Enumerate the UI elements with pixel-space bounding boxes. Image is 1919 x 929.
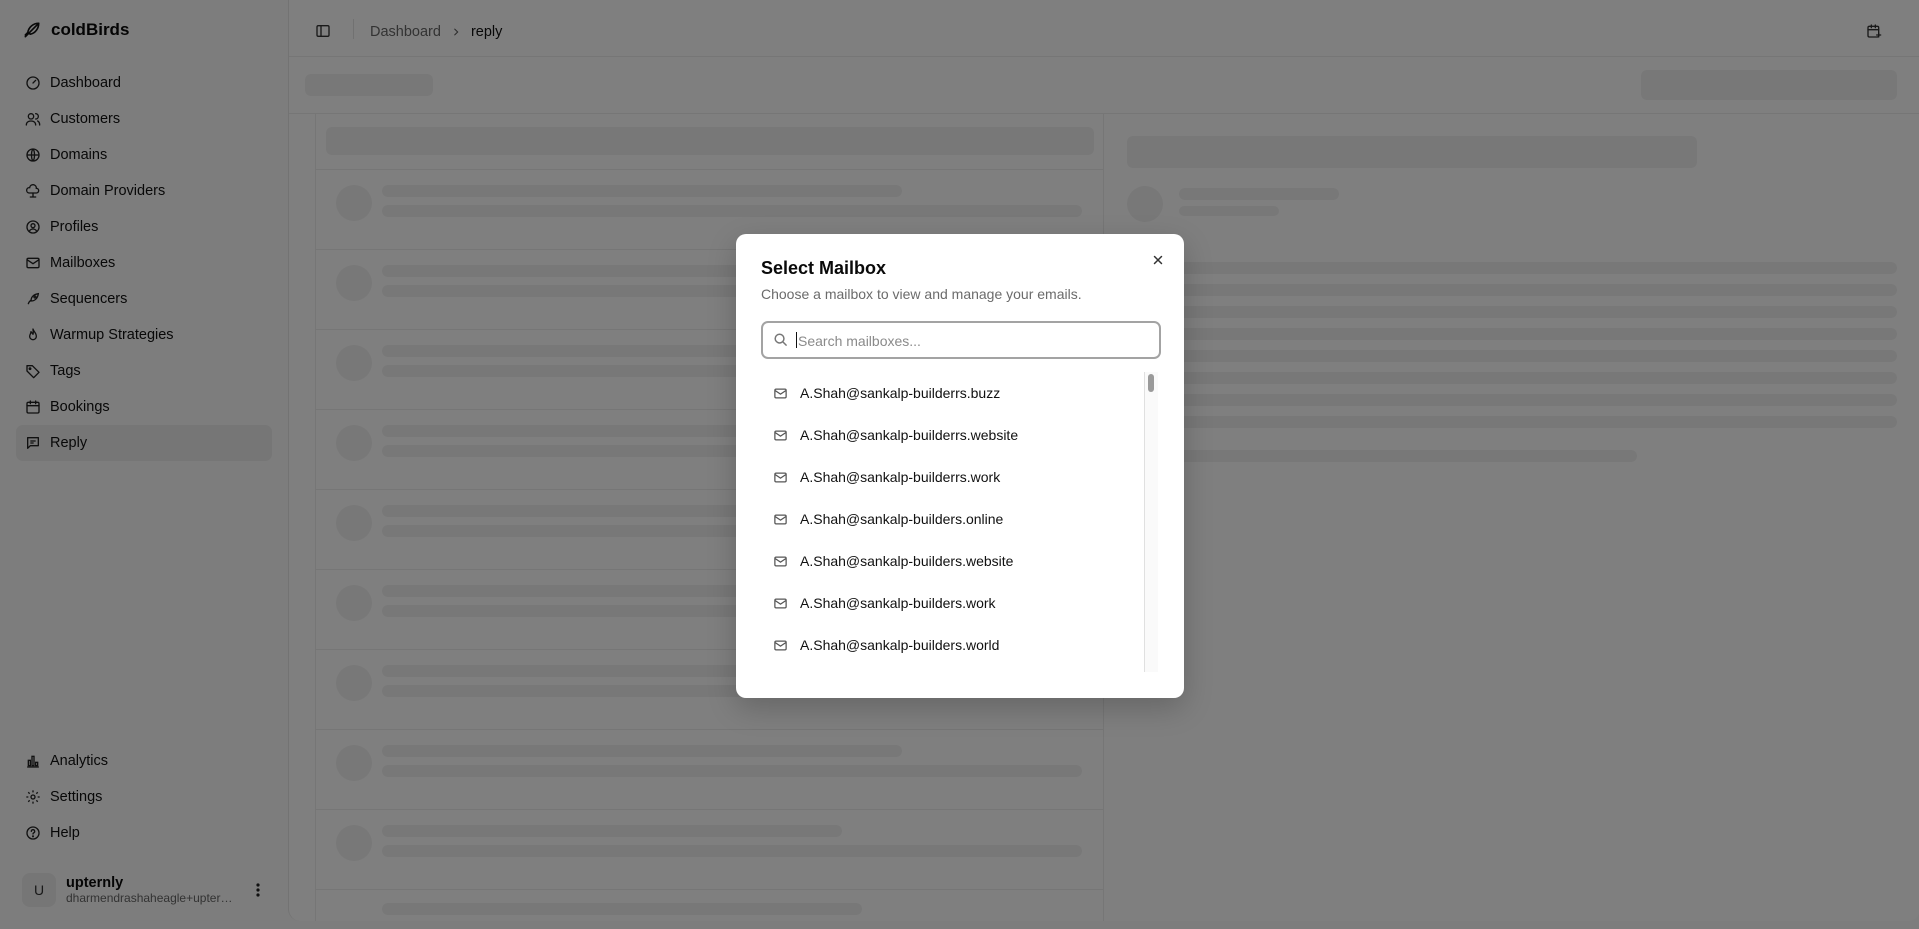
text-caret bbox=[796, 332, 797, 348]
mailbox-address: A.Shah@sankalp-builders.work bbox=[800, 595, 996, 611]
mail-icon bbox=[774, 388, 787, 398]
mailbox-option[interactable]: A.Shah@sankalp-builderrs.buzz bbox=[761, 372, 1159, 414]
mailbox-option[interactable]: A.Shah@sankalp-builders.online bbox=[761, 498, 1159, 540]
dialog-description: Choose a mailbox to view and manage your… bbox=[761, 286, 1082, 302]
mail-icon bbox=[774, 472, 787, 482]
mailbox-address: A.Shah@sankalp-builders.website bbox=[800, 553, 1014, 569]
mail-icon bbox=[774, 430, 787, 440]
mailbox-option[interactable]: A.Shah@sankalp-builders.website bbox=[761, 540, 1159, 582]
scrollbar[interactable] bbox=[1144, 372, 1158, 672]
mailbox-option[interactable]: A.Shah@sankalp-builderrs.website bbox=[761, 414, 1159, 456]
search-input[interactable] bbox=[796, 325, 1150, 357]
mailbox-option[interactable]: A.Shah@sankalp-builders.world bbox=[761, 624, 1159, 666]
mailbox-list: A.Shah@sankalp-builderrs.buzz A.Shah@san… bbox=[761, 372, 1159, 672]
mailbox-address: A.Shah@sankalp-builders.online bbox=[800, 511, 1004, 527]
scrollbar-thumb[interactable] bbox=[1148, 374, 1154, 392]
mailbox-option[interactable]: A.Shah@sankalp-builders.work bbox=[761, 582, 1159, 624]
mail-icon bbox=[774, 556, 787, 566]
mail-icon bbox=[774, 598, 787, 608]
mail-icon bbox=[774, 640, 787, 650]
mailbox-address: A.Shah@sankalp-builderrs.website bbox=[800, 427, 1019, 443]
select-mailbox-dialog: Select Mailbox Choose a mailbox to view … bbox=[736, 234, 1184, 698]
close-icon[interactable] bbox=[1149, 251, 1167, 269]
mail-icon bbox=[774, 514, 787, 524]
mailbox-option[interactable]: A.Shah@sankalp-builderrs.work bbox=[761, 456, 1159, 498]
mailbox-address: A.Shah@sankalp-builderrs.buzz bbox=[800, 385, 1001, 401]
dialog-title: Select Mailbox bbox=[761, 258, 887, 278]
search-icon bbox=[774, 333, 787, 346]
mailbox-address: A.Shah@sankalp-builderrs.work bbox=[800, 469, 1001, 485]
search-field bbox=[761, 321, 1161, 359]
mailbox-address: A.Shah@sankalp-builders.world bbox=[800, 637, 1000, 653]
